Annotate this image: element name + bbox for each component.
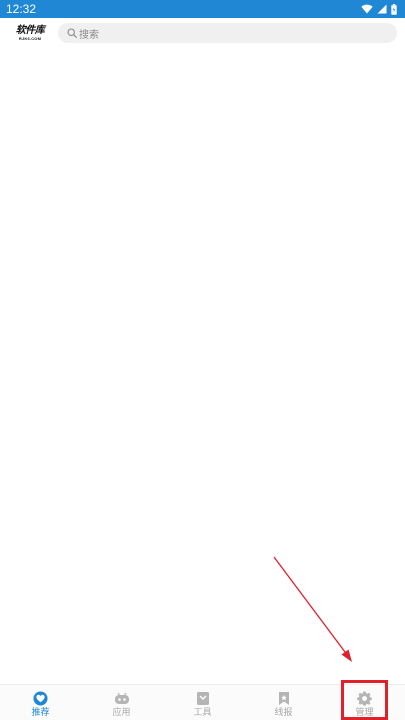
status-icons [361, 3, 397, 15]
search-placeholder: 搜索 [79, 29, 99, 41]
tab-apps[interactable]: 应用 [81, 685, 162, 720]
signal-icon [377, 4, 387, 14]
content-area [0, 48, 405, 684]
status-bar: 12:32 [0, 0, 405, 18]
heart-icon [33, 690, 49, 706]
logo-subtitle: RJK6.COM [18, 36, 42, 41]
tab-label: 推荐 [31, 708, 50, 718]
search-icon [67, 28, 77, 38]
robot-icon [114, 690, 130, 706]
app-header: 软件库 RJK6.COM 搜索 [0, 18, 405, 48]
tab-label: 管理 [355, 708, 374, 718]
tab-tools[interactable]: 工具 [162, 685, 243, 720]
bookmark-icon [276, 690, 292, 706]
wifi-icon [361, 4, 373, 14]
toolbox-icon [195, 690, 211, 706]
tab-deals[interactable]: 线报 [243, 685, 324, 720]
tab-label: 应用 [112, 708, 131, 718]
tab-label: 线报 [274, 708, 293, 718]
bottom-tab-bar: 推荐 应用 工具 线报 管理 [0, 684, 405, 720]
logo-title: 软件库 [15, 25, 45, 36]
battery-icon [391, 3, 397, 15]
status-time: 12:32 [6, 2, 37, 16]
app-logo: 软件库 RJK6.COM [13, 23, 47, 43]
tab-recommend[interactable]: 推荐 [0, 685, 81, 720]
tab-label: 工具 [193, 708, 212, 718]
search-input[interactable]: 搜索 [58, 23, 397, 43]
gear-icon [357, 690, 373, 706]
tab-manage[interactable]: 管理 [324, 685, 405, 720]
